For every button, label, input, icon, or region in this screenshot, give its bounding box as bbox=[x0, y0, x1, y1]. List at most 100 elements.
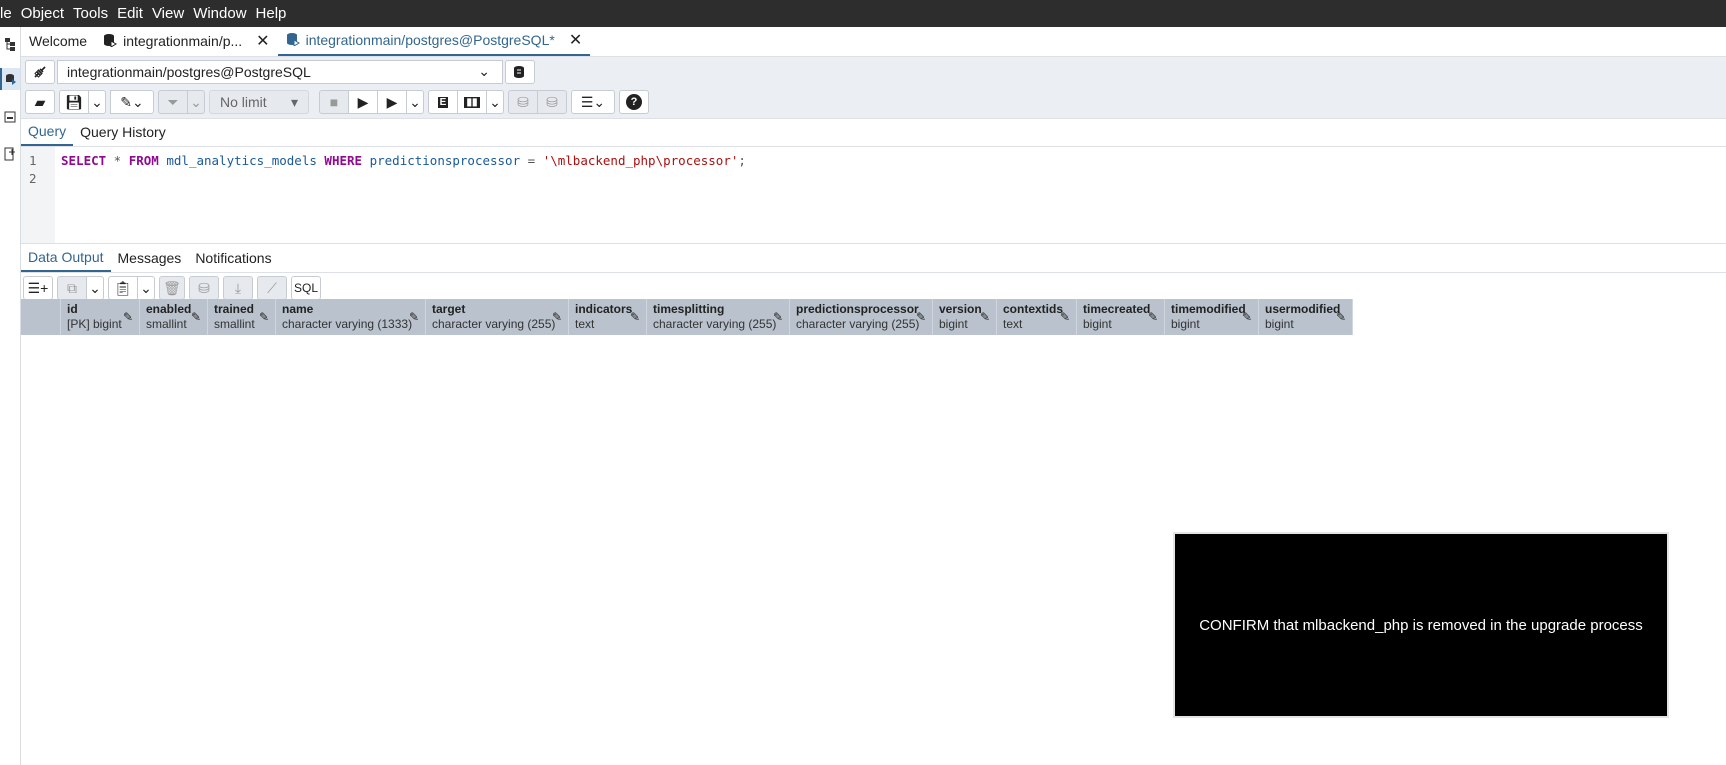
tab-query[interactable]: Query bbox=[21, 118, 74, 146]
rollback-button[interactable]: ⛁ bbox=[537, 90, 567, 114]
column-header-predictionsprocessor[interactable]: predictionsprocessor character varying (2… bbox=[790, 299, 933, 335]
column-header-id[interactable]: id [PK] bigint ✎ bbox=[61, 299, 140, 335]
commit-button[interactable]: ⛁ bbox=[508, 90, 538, 114]
column-header-timecreated[interactable]: timecreated bigint ✎ bbox=[1077, 299, 1165, 335]
save-data-button[interactable]: ⛁ bbox=[189, 276, 219, 300]
explain-button[interactable]: E bbox=[428, 90, 458, 114]
tab-query-history[interactable]: Query History bbox=[73, 118, 173, 146]
pencil-icon[interactable]: ✎ bbox=[1336, 310, 1346, 324]
pencil-icon[interactable]: ✎ bbox=[552, 310, 562, 324]
menu-file[interactable]: le bbox=[0, 5, 21, 22]
menu-help[interactable]: Help bbox=[256, 5, 296, 22]
explain-analyze-button[interactable]: ▮▮ bbox=[457, 90, 487, 114]
copy-icon: ⧉ bbox=[67, 279, 77, 296]
save-dropdown[interactable]: ⌄ bbox=[88, 90, 106, 114]
column-type: bigint bbox=[1265, 317, 1294, 331]
query-tool-icon[interactable] bbox=[0, 68, 20, 90]
token-string: '\mlbackend_php\processor' bbox=[542, 153, 739, 168]
chevron-down-icon: ⌄ bbox=[89, 279, 101, 296]
sql-editor[interactable]: 1 2 SELECT * FROM mdl_analytics_models W… bbox=[21, 147, 1726, 244]
column-header-target[interactable]: target character varying (255) ✎ bbox=[426, 299, 569, 335]
column-header-trained[interactable]: trained smallint ✎ bbox=[208, 299, 276, 335]
filter-dropdown[interactable]: ⌄ bbox=[187, 90, 205, 114]
tab-query-2[interactable]: integrationmain/postgres@PostgreSQL* ✕ bbox=[277, 26, 591, 56]
execute-button[interactable]: ▶ bbox=[348, 90, 378, 114]
grid-corner[interactable] bbox=[21, 299, 61, 335]
tab-query-history-label: Query History bbox=[80, 124, 166, 140]
close-icon[interactable]: ✕ bbox=[256, 31, 269, 51]
chevron-down-icon: ⌄ bbox=[190, 93, 202, 110]
new-connection-button[interactable] bbox=[505, 59, 535, 84]
query-toolbar: ▰ 💾︎ ⌄ ✎⌄ ⏷ ⌄ No limit ▾ ■ ▶ ▶︎ ⌄ E ▮▮ ⌄ bbox=[21, 86, 1726, 119]
download-button[interactable]: ⤓ bbox=[223, 276, 253, 300]
edit-button[interactable]: ✎⌄ bbox=[110, 90, 154, 114]
column-name: target bbox=[432, 302, 466, 316]
tab-notifications[interactable]: Notifications bbox=[188, 243, 278, 272]
add-row-button[interactable]: ☰+ bbox=[23, 276, 53, 300]
pencil-icon[interactable]: ✎ bbox=[1148, 310, 1158, 324]
execute-dropdown[interactable]: ⌄ bbox=[406, 90, 424, 114]
execute-script-button[interactable]: ▶︎ bbox=[377, 90, 407, 114]
pencil-icon[interactable]: ✎ bbox=[980, 310, 990, 324]
paste-dropdown[interactable]: ⌄ bbox=[137, 276, 155, 300]
tab-messages[interactable]: Messages bbox=[111, 243, 189, 272]
copy-dropdown[interactable]: ⌄ bbox=[86, 276, 104, 300]
data-grid-header: id [PK] bigint ✎ enabled smallint ✎ trained sma… bbox=[21, 299, 1353, 335]
pencil-icon[interactable]: ✎ bbox=[630, 310, 640, 324]
column-header-name[interactable]: name character varying (1333) ✎ bbox=[276, 299, 426, 335]
connection-select[interactable]: integrationmain/postgres@PostgreSQL ⌄ bbox=[57, 59, 503, 84]
pencil-icon[interactable]: ✎ bbox=[1060, 310, 1070, 324]
explain-dropdown[interactable]: ⌄ bbox=[486, 90, 504, 114]
connection-status-icon[interactable] bbox=[25, 59, 55, 84]
tab-data-output[interactable]: Data Output bbox=[21, 243, 111, 272]
save-data-icon: ⛁ bbox=[198, 279, 210, 296]
pencil-icon[interactable]: ✎ bbox=[259, 310, 269, 324]
column-header-contextids[interactable]: contextids text ✎ bbox=[997, 299, 1077, 335]
folder-icon: ▰ bbox=[34, 93, 46, 110]
menu-edit[interactable]: Edit bbox=[117, 5, 152, 22]
column-header-enabled[interactable]: enabled smallint ✎ bbox=[140, 299, 208, 335]
macros-button[interactable]: ☰⌄ bbox=[571, 90, 615, 114]
copy-button[interactable]: ⧉ bbox=[57, 276, 87, 300]
object-explorer-icon[interactable] bbox=[0, 33, 20, 55]
pencil-icon[interactable]: ✎ bbox=[916, 310, 926, 324]
menu-object[interactable]: Object bbox=[21, 5, 73, 22]
close-icon[interactable]: ✕ bbox=[569, 30, 582, 50]
graph-button[interactable]: ⟋ bbox=[257, 276, 287, 300]
column-header-version[interactable]: version bigint ✎ bbox=[933, 299, 997, 335]
add-row-icon: ☰+ bbox=[27, 279, 49, 296]
column-header-timemodified[interactable]: timemodified bigint ✎ bbox=[1165, 299, 1259, 335]
tab-welcome[interactable]: Welcome bbox=[21, 26, 95, 56]
filter-icon: ⏷ bbox=[167, 93, 179, 110]
pencil-icon[interactable]: ✎ bbox=[1242, 310, 1252, 324]
open-file-button[interactable]: ▰ bbox=[25, 90, 55, 114]
properties-icon[interactable] bbox=[0, 106, 20, 128]
column-header-indicators[interactable]: indicators text ✎ bbox=[569, 299, 647, 335]
menu-tools[interactable]: Tools bbox=[73, 5, 117, 22]
tab-query-1[interactable]: integrationmain/p... ✕ bbox=[95, 26, 277, 56]
database-icon bbox=[286, 32, 300, 49]
stop-button[interactable]: ■ bbox=[319, 90, 349, 114]
column-header-timesplitting[interactable]: timesplitting character varying (255) ✎ bbox=[647, 299, 790, 335]
filter-button[interactable]: ⏷ bbox=[158, 90, 188, 114]
code-area[interactable]: SELECT * FROM mdl_analytics_models WHERE… bbox=[55, 147, 746, 243]
pencil-icon[interactable]: ✎ bbox=[123, 310, 133, 324]
column-header-usermodified[interactable]: usermodified bigint ✎ bbox=[1259, 299, 1353, 335]
paste-button[interactable]: 📋︎ bbox=[108, 276, 138, 300]
query-tool-panel: Welcome integrationmain/p... ✕ integrati… bbox=[21, 27, 1726, 765]
column-type: character varying (255) bbox=[653, 317, 777, 331]
menu-view[interactable]: View bbox=[152, 5, 193, 22]
keyword-select: SELECT bbox=[61, 153, 107, 168]
query-subtabs: Query Query History bbox=[21, 119, 1726, 147]
list-icon: ☰⌄ bbox=[580, 93, 606, 110]
pencil-icon[interactable]: ✎ bbox=[409, 310, 419, 324]
delete-button[interactable]: 🗑︎ bbox=[159, 276, 185, 300]
sql-button[interactable]: SQL bbox=[291, 276, 321, 300]
pencil-icon[interactable]: ✎ bbox=[191, 310, 201, 324]
save-button[interactable]: 💾︎ bbox=[59, 90, 89, 114]
row-limit-select[interactable]: No limit ▾ bbox=[209, 90, 309, 114]
schema-diff-icon[interactable] bbox=[0, 143, 20, 165]
help-button[interactable]: ? bbox=[619, 90, 649, 114]
pencil-icon[interactable]: ✎ bbox=[773, 310, 783, 324]
menu-window[interactable]: Window bbox=[193, 5, 255, 22]
